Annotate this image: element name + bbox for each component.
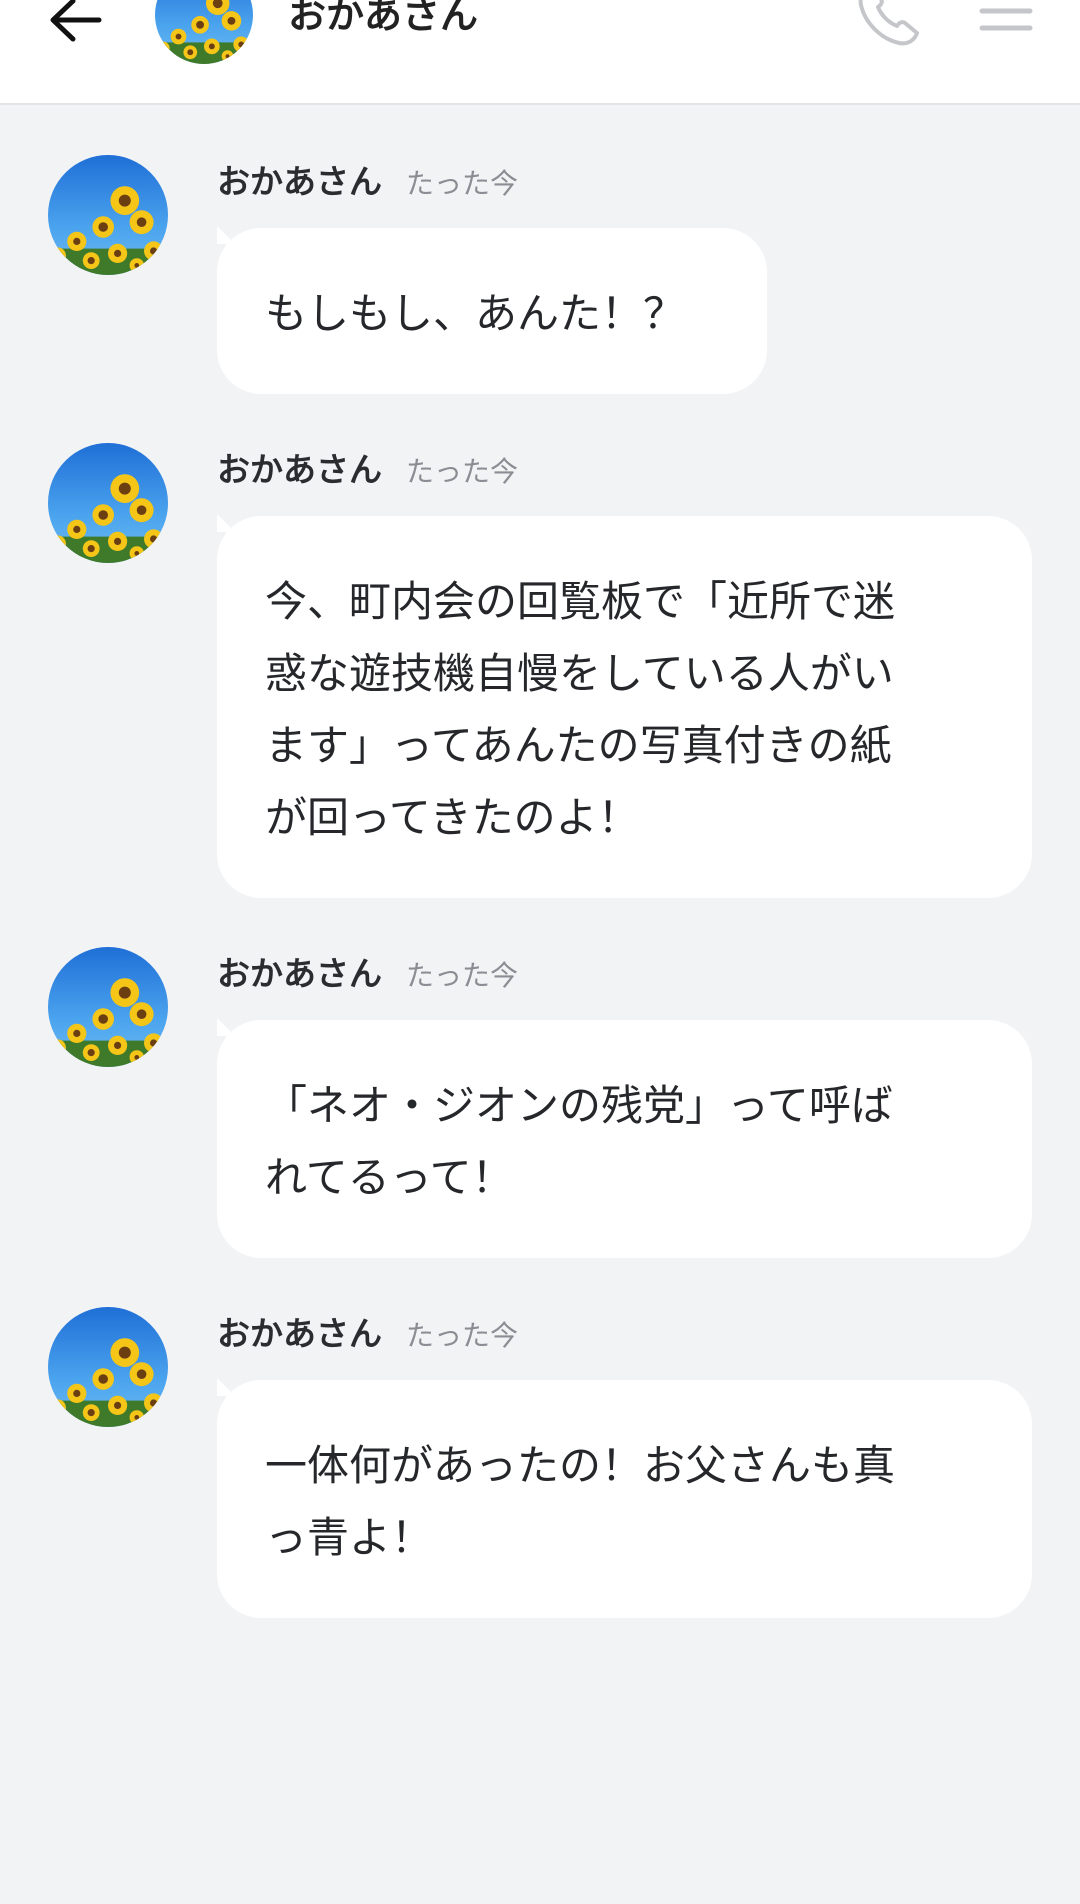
sender-name: おかあさん	[217, 162, 382, 201]
message-text: 「ネオ・ジオンの残党」って呼ば れてるって！	[265, 1081, 893, 1202]
message-bubble[interactable]: もしもし、あんた！？	[217, 226, 767, 394]
sender-name: おかあさん	[217, 450, 382, 489]
phone-icon	[858, 0, 919, 46]
message-time: たった今	[406, 455, 519, 488]
sender-avatar[interactable]	[48, 155, 168, 275]
message-time: たった今	[406, 167, 519, 200]
menu-button[interactable]	[975, 0, 1037, 42]
sunflower-avatar-image	[155, 0, 253, 64]
header-avatar[interactable]	[155, 0, 253, 64]
message-bubble[interactable]: 今、町内会の回覧板で「近所で迷 惑な遊技機自慢をしている人がい ます」ってあんた…	[217, 514, 1032, 898]
back-button[interactable]	[40, 0, 110, 50]
sender-avatar[interactable]	[48, 1307, 168, 1427]
message-time: たった今	[406, 959, 519, 992]
message-meta: おかあさん たった今	[217, 952, 518, 996]
sunflower-avatar-image	[48, 947, 168, 1067]
sender-avatar[interactable]	[48, 443, 168, 563]
sunflower-avatar-image	[48, 443, 168, 563]
message-meta: おかあさん たった今	[217, 1312, 518, 1356]
hamburger-menu-icon	[979, 8, 1033, 31]
message-text: 今、町内会の回覧板で「近所で迷 惑な遊技機自慢をしている人がい ます」ってあんた…	[265, 577, 896, 842]
message-bubble[interactable]: 一体何があったの！お父さんも真 っ青よ！	[217, 1378, 1032, 1618]
message-bubble[interactable]: 「ネオ・ジオンの残党」って呼ば れてるって！	[217, 1018, 1032, 1258]
sender-name: おかあさん	[217, 954, 382, 993]
sunflower-avatar-image	[48, 155, 168, 275]
message-time: たった今	[406, 1319, 519, 1352]
arrow-left-icon	[50, 0, 102, 42]
call-button[interactable]	[850, 0, 926, 54]
sunflower-avatar-image	[48, 1307, 168, 1427]
message-text: もしもし、あんた！？	[265, 289, 686, 338]
chat-header: おかあさん	[0, 0, 1080, 105]
message-meta: おかあさん たった今	[217, 160, 518, 204]
sender-name: おかあさん	[217, 1314, 382, 1353]
message-meta: おかあさん たった今	[217, 448, 518, 492]
chat-title: おかあさん	[288, 0, 479, 37]
message-text: 一体何があったの！お父さんも真 っ青よ！	[265, 1441, 896, 1562]
sender-avatar[interactable]	[48, 947, 168, 1067]
